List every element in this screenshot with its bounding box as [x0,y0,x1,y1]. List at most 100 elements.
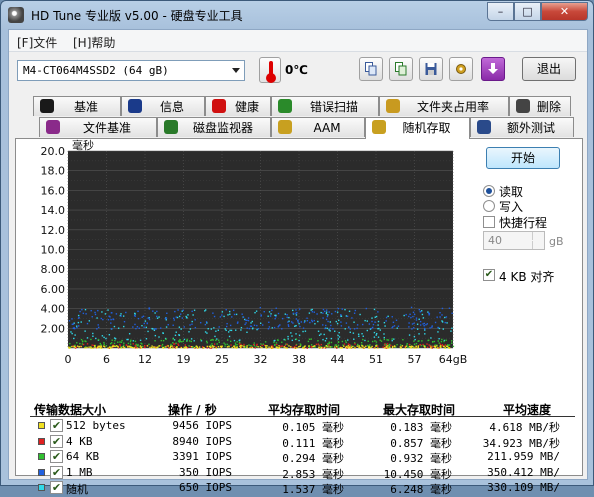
scatter-point [167,323,169,326]
copy-button[interactable] [359,57,383,81]
scatter-point [391,346,394,349]
tab-bottom-3[interactable]: 随机存取 [365,117,470,139]
drive-select[interactable]: M4-CT064M4SSD2 (64 gB) [17,60,245,81]
scatter-point [415,319,418,321]
title-bar[interactable]: HD Tune 专业版 v5.00 - 硬盘专业工具 – □ ✕ [1,1,593,29]
scatter-point [94,311,96,314]
cell-speed: 330.109 MB/ [487,481,560,494]
scatter-point [406,343,408,345]
scatter-point [191,310,193,313]
scatter-point [440,340,443,343]
menu-bar: [F]文件 [H]帮助 [9,30,587,52]
scatter-point [210,344,212,347]
scatter-point [207,328,209,330]
write-radio[interactable] [483,200,495,212]
scatter-point [311,319,313,322]
scatter-point [393,345,396,347]
scatter-point [350,347,352,349]
scatter-point [189,345,192,348]
series-checkbox[interactable]: ✔ [50,481,63,494]
scatter-point [331,346,333,348]
scatter-point [249,345,252,347]
scatter-point [101,311,103,313]
scatter-point [292,346,294,349]
scatter-point [295,324,297,327]
short-stroke-checkbox[interactable] [483,216,495,228]
y-tick-label: 2.00 [41,322,66,335]
save-button[interactable] [419,57,443,81]
scatter-point [235,329,237,331]
tab-bottom-0[interactable]: 文件基准 [39,117,157,137]
menu-file[interactable]: [F]文件 [17,34,57,51]
series-checkbox[interactable]: ✔ [50,434,63,448]
tab-top-3[interactable]: 错误扫描 [271,96,379,116]
menu-help[interactable]: [H]帮助 [73,34,115,51]
scatter-point [179,313,182,315]
scatter-point [281,328,283,330]
scatter-point [374,347,376,349]
start-button[interactable]: 开始 [486,147,560,169]
y-tick-label: 8.00 [41,263,66,276]
scatter-point [291,335,293,337]
download-button[interactable] [481,57,505,81]
scatter-point [144,344,146,347]
stroke-size-spinner[interactable]: 40 [483,231,545,250]
tab-top-5[interactable]: 删除 [509,96,571,116]
scatter-point [215,339,217,342]
align-4kb-checkbox[interactable]: ✔ [483,269,495,281]
scatter-point [344,308,346,311]
scatter-point [184,344,187,346]
scatter-point [317,330,320,332]
read-radio[interactable] [483,185,495,197]
tab-top-4[interactable]: 文件夹占用率 [379,96,509,116]
settings-button[interactable] [449,57,473,81]
scatter-point [343,345,345,347]
scatter-point [143,322,146,325]
scatter-point [73,345,75,348]
copy-all-button[interactable] [389,57,413,81]
series-checkbox[interactable]: ✔ [50,465,63,479]
thermometer-icon[interactable] [259,57,281,83]
scatter-point [250,322,252,324]
minimize-button[interactable]: – [487,2,514,21]
tab-bottom-2[interactable]: AAM [271,117,365,137]
close-button[interactable]: ✕ [541,2,588,21]
exit-button[interactable]: 退出 [522,57,576,81]
scatter-point [387,315,389,318]
tab-bottom-1[interactable]: 磁盘监视器 [157,117,271,137]
scatter-point [439,346,441,348]
spin-down-icon[interactable] [532,241,544,249]
scatter-point [129,343,132,345]
scatter-point [157,346,159,348]
scatter-point [151,345,153,347]
scatter-point [272,347,274,349]
tab-top-0[interactable]: 基准 [33,96,121,116]
scatter-point [71,318,73,320]
series-checkbox[interactable]: ✔ [50,450,63,463]
scatter-point [242,316,245,318]
scatter-point [234,344,237,346]
scatter-point [382,346,384,348]
scatter-point [286,343,288,345]
scatter-point [418,318,420,321]
scatter-point [76,325,78,327]
scatter-point [358,335,360,337]
scatter-point [385,346,387,348]
scatter-point [132,326,134,328]
scatter-point [103,345,105,347]
tab-top-1[interactable]: 信息 [121,96,205,116]
series-checkbox[interactable]: ✔ [50,419,63,432]
scatter-point [74,334,76,336]
scatter-point [383,336,385,339]
scatter-point [96,317,98,319]
tab-bottom-4[interactable]: 额外测试 [470,117,574,137]
tab-top-2[interactable]: 健康 [205,96,271,116]
scatter-point [446,322,448,324]
scatter-point [337,346,339,348]
scatter-point [314,345,316,347]
scatter-point [280,345,282,347]
maximize-button[interactable]: □ [514,2,541,21]
spin-up-icon[interactable] [532,232,544,240]
scatter-point [156,317,159,319]
scatter-point [451,312,453,314]
